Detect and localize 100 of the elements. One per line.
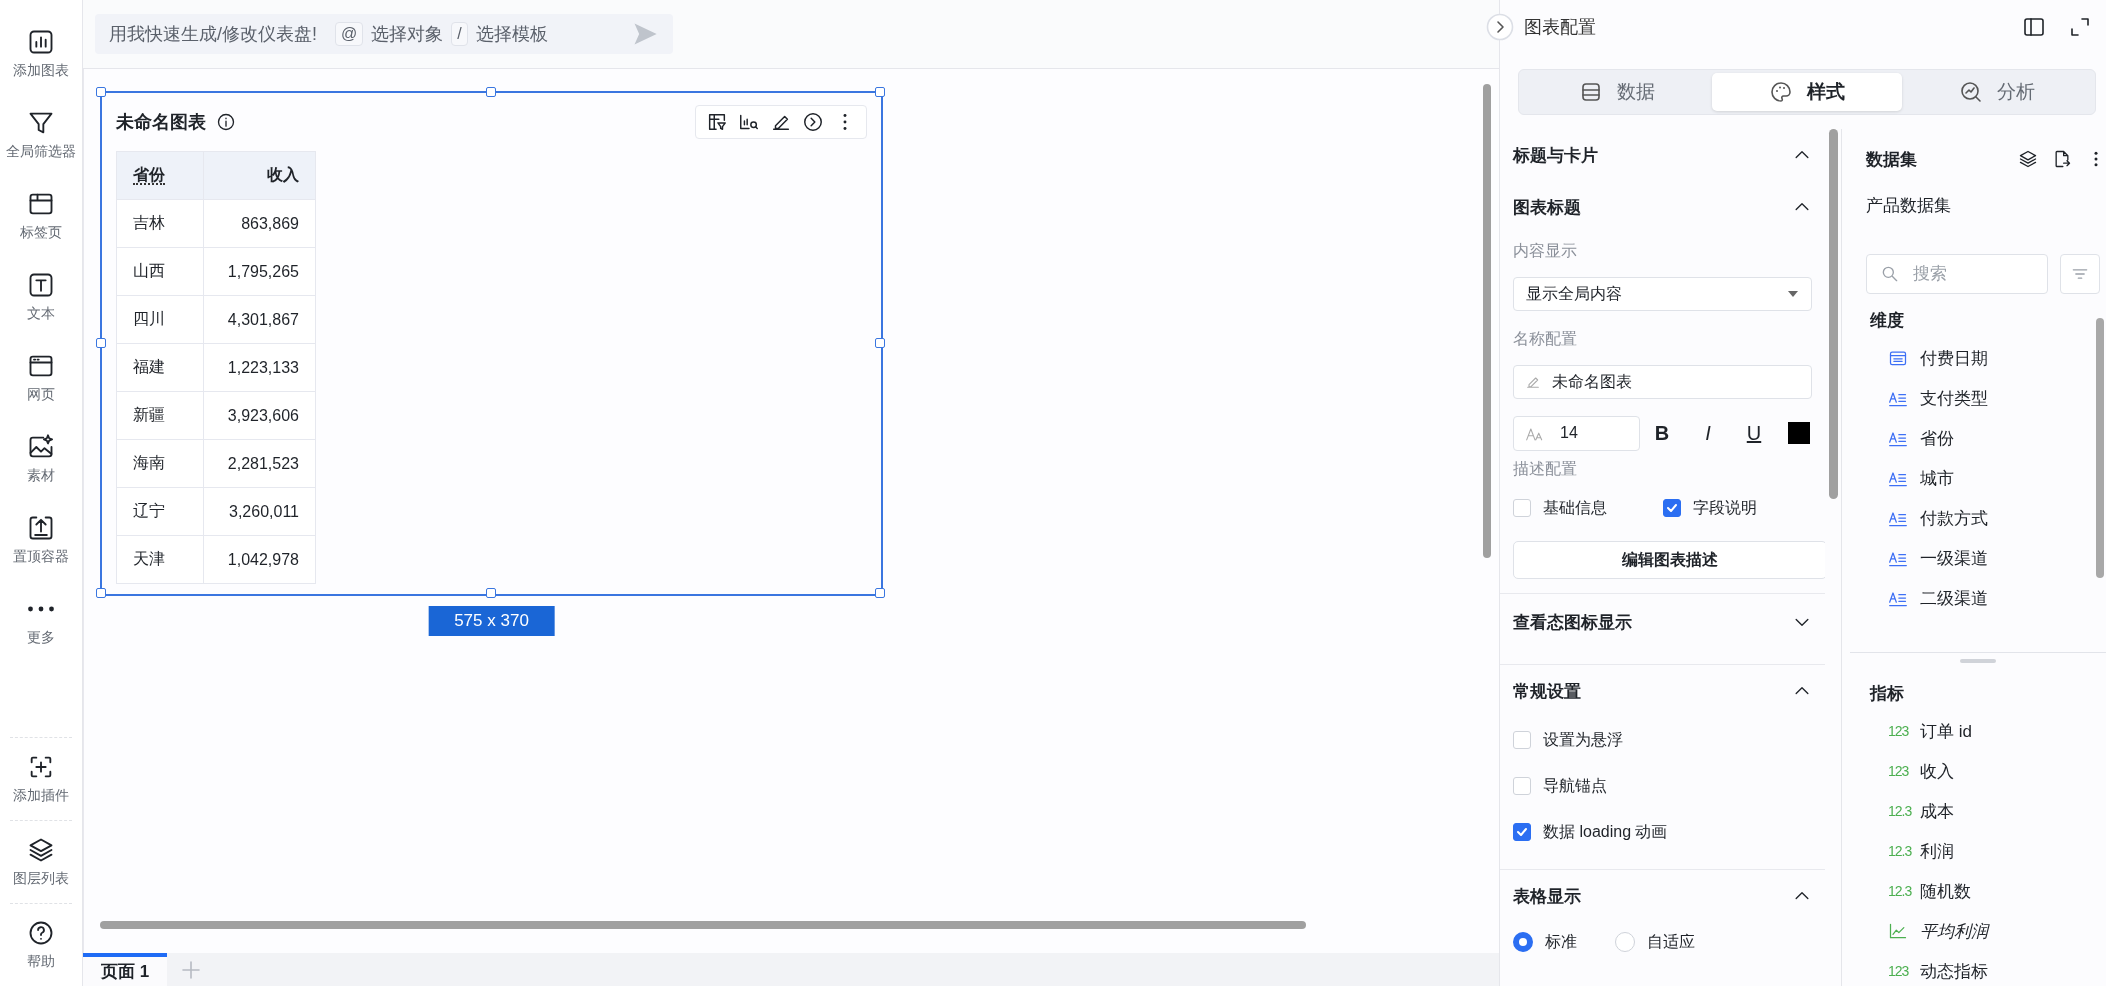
field-label: 描述配置 (1513, 458, 1578, 479)
sidebar-item[interactable]: 图层列表 (10, 820, 72, 903)
column-header[interactable]: 省份 (116, 151, 204, 200)
template-key[interactable]: / (451, 22, 468, 46)
caret-icon (1787, 290, 1799, 298)
sidebar-item[interactable]: 添加插件 (10, 737, 72, 820)
underline-button[interactable]: U (1744, 421, 1764, 445)
config-tab[interactable]: 数据 (1522, 73, 1712, 111)
name-input[interactable]: 未命名图表 (1513, 365, 1812, 399)
dimension-field[interactable]: 城市 (1866, 458, 2106, 498)
dimension-field[interactable]: 支付类型 (1866, 378, 2106, 418)
horizontal-scrollbar[interactable] (100, 921, 1306, 929)
column-header[interactable]: 收入 (203, 151, 316, 200)
dimension-field[interactable]: 付费日期 (1866, 338, 2106, 378)
group-heading: 维度 (1869, 309, 1905, 332)
font-size-input[interactable]: 14 (1513, 415, 1640, 451)
sidebar-item[interactable]: 更多 (0, 595, 82, 676)
checkbox-option[interactable]: 基础信息 (1513, 497, 1663, 519)
number-type-label: 123 (1888, 763, 1908, 779)
dimension-field[interactable]: 付款方式 (1866, 498, 2106, 538)
checkbox-option[interactable]: 导航锚点 (1513, 763, 1812, 809)
scrollbar-thumb[interactable] (1829, 129, 1838, 499)
database-icon (1579, 80, 1603, 104)
search-field[interactable]: 搜索 (1866, 254, 2048, 294)
line-chart-icon (1888, 921, 1908, 941)
checkbox-option[interactable]: 数据 loading 动画 (1513, 809, 1812, 855)
content-select[interactable]: 显示全局内容 (1513, 277, 1812, 311)
select-template-link[interactable]: 选择模板 (475, 22, 548, 46)
sidebar-item[interactable]: 置顶容器 (0, 514, 82, 595)
vertical-scrollbar[interactable] (1483, 84, 1491, 558)
help-icon (27, 919, 55, 947)
checkbox-option[interactable]: 字段说明 (1662, 497, 1812, 519)
measure-field[interactable]: 123 订单 id (1866, 711, 2106, 751)
dataset-name[interactable]: 产品数据集 (1866, 178, 2106, 232)
resize-handle[interactable] (485, 87, 496, 97)
resize-handle[interactable] (875, 588, 885, 598)
table-cell: 四川 (116, 295, 204, 344)
section-heading: 查看态图标显示 (1513, 611, 1632, 634)
edit-description-button[interactable]: 编辑图表描述 (1513, 541, 1825, 579)
ai-prompt-bar[interactable]: 用我快速生成/修改仪表盘! @ 选择对象 / 选择模板 (95, 14, 673, 54)
italic-button[interactable]: I (1698, 421, 1718, 445)
number-type-label: 123 (1888, 963, 1908, 979)
measure-field[interactable]: 12.3 利润 (1866, 831, 2106, 871)
resize-handle[interactable] (96, 588, 106, 598)
checkbox-option[interactable]: 设置为悬浮 (1513, 717, 1812, 763)
config-tab[interactable]: 样式 (1712, 73, 1902, 111)
dimension-field[interactable]: 一级渠道 (1866, 538, 2106, 578)
size-badge: 575 x 370 (428, 606, 555, 636)
chart-title: 未命名图表 (116, 111, 206, 134)
resize-handle[interactable] (875, 337, 885, 348)
table-filter-icon[interactable] (706, 111, 728, 133)
table-cell: 863,869 (203, 199, 316, 248)
measure-field[interactable]: 123 收入 (1866, 751, 2106, 791)
config-tab[interactable]: 分析 (1902, 73, 2092, 111)
layers-icon[interactable] (2018, 149, 2038, 169)
bold-button[interactable]: B (1652, 421, 1672, 445)
collapse-panel-icon[interactable] (1486, 13, 1514, 41)
section-heading: 表格显示 (1513, 885, 1581, 908)
next-icon[interactable] (802, 111, 824, 133)
resize-handle[interactable] (875, 87, 885, 97)
table-cell: 福建 (116, 343, 204, 392)
sidebar-item[interactable]: 网页 (0, 352, 82, 433)
page-tab[interactable]: 页面 1 (83, 953, 168, 986)
sidebar-layout-icon[interactable] (2022, 15, 2046, 39)
mention-key[interactable]: @ (335, 22, 364, 46)
table-cell: 3,260,011 (203, 487, 316, 536)
group-heading: 指标 (1868, 682, 1905, 705)
measure-field[interactable]: 12.3 随机数 (1866, 871, 2106, 911)
section-heading: 常规设置 (1513, 680, 1581, 703)
table-cell: 1,795,265 (203, 247, 316, 296)
table-cell: 辽宁 (116, 487, 204, 536)
scrollbar-thumb[interactable] (2096, 318, 2104, 578)
measure-field[interactable]: 12.3 成本 (1866, 791, 2106, 831)
radio-option[interactable]: 自适应 (1615, 931, 1695, 953)
table-cell: 海南 (116, 439, 204, 488)
font-color-swatch[interactable] (1788, 422, 1810, 444)
sidebar-item[interactable]: 素材 (0, 433, 82, 514)
bar-chart-icon (27, 28, 55, 56)
field-label: 名称配置 (1513, 328, 1578, 349)
sidebar-item[interactable]: 添加图表 (0, 28, 82, 109)
resize-handle[interactable] (485, 588, 496, 598)
measure-field[interactable]: 123 动态指标 (1866, 951, 2106, 986)
analysis-icon (1959, 80, 1983, 104)
resize-handle[interactable] (96, 87, 106, 97)
resize-handle[interactable] (96, 337, 106, 348)
radio-option[interactable]: 标准 (1513, 931, 1577, 953)
number-type-label: 123 (1888, 723, 1908, 739)
table-cell: 山西 (116, 247, 204, 296)
sidebar-item[interactable]: 标签页 (0, 190, 82, 271)
layers-icon (27, 836, 55, 864)
dimension-field[interactable]: 省份 (1866, 418, 2106, 458)
sidebar-item[interactable]: 帮助 (10, 903, 72, 986)
fullscreen-icon[interactable] (2068, 15, 2092, 39)
select-object-link[interactable]: 选择对象 (371, 22, 444, 46)
info-icon[interactable] (216, 112, 236, 132)
sidebar-item[interactable]: 文本 (0, 271, 82, 352)
sidebar-item[interactable]: 全局筛选器 (0, 109, 82, 190)
dimension-field[interactable]: 二级渠道 (1866, 578, 2106, 618)
resize-grip[interactable] (1960, 659, 1996, 663)
measure-field[interactable]: 平均利润 (1866, 911, 2106, 951)
